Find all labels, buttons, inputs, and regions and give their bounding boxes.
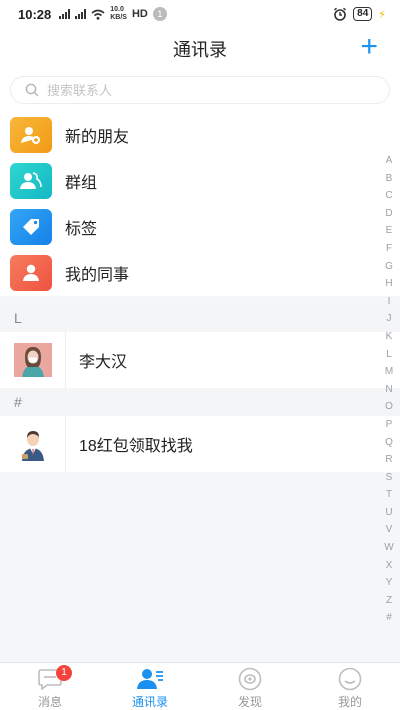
- tab-label: 通讯录: [131, 695, 168, 709]
- network-speed: 10.0 KB/S: [110, 6, 127, 21]
- tags-item[interactable]: 标签: [0, 204, 400, 250]
- function-list: 新的朋友 群组 标签 我的同事: [0, 112, 400, 296]
- alphabet-letter[interactable]: B: [386, 170, 393, 188]
- contact-row[interactable]: 18红包领取找我: [0, 416, 400, 472]
- alphabet-letter[interactable]: #: [386, 609, 392, 627]
- signal-indicators: 10.0 KB/S HD 1: [59, 6, 167, 22]
- alphabet-letter[interactable]: I: [388, 293, 391, 311]
- tab-label: 消息: [37, 695, 62, 709]
- tab-label: 我的: [337, 695, 362, 709]
- alphabet-letter[interactable]: R: [385, 451, 392, 469]
- add-contact-button[interactable]: +: [360, 29, 378, 65]
- new-friends-label: 新的朋友: [65, 129, 130, 146]
- alphabet-letter[interactable]: A: [386, 152, 393, 170]
- section-header-l: L: [0, 304, 400, 332]
- tab-discover[interactable]: 发现: [200, 663, 300, 710]
- section-header-hash: #: [0, 388, 400, 416]
- tab-contacts[interactable]: 通讯录: [100, 663, 200, 710]
- alphabet-letter[interactable]: V: [386, 521, 393, 539]
- search-bar[interactable]: [10, 76, 390, 104]
- alphabet-letter[interactable]: N: [385, 381, 392, 399]
- alphabet-letter[interactable]: F: [386, 240, 392, 258]
- alphabet-letter[interactable]: Y: [386, 574, 393, 592]
- alphabet-index[interactable]: A B C D E F G H I J K L M N O P Q R S T U V W X Y Z #: [382, 152, 396, 627]
- alphabet-letter[interactable]: C: [385, 187, 392, 205]
- alphabet-letter[interactable]: Q: [385, 434, 393, 452]
- alphabet-letter[interactable]: D: [385, 205, 392, 223]
- alphabet-letter[interactable]: Z: [386, 592, 392, 610]
- signal-icon: [75, 9, 87, 19]
- new-friends-item[interactable]: 新的朋友: [0, 112, 400, 158]
- search-input[interactable]: [47, 82, 347, 98]
- tab-profile[interactable]: 我的: [300, 663, 400, 710]
- woman-avatar: [13, 343, 52, 377]
- status-time: 10:28: [18, 6, 52, 22]
- colleague-icon: [10, 255, 52, 291]
- groups-item[interactable]: 群组: [0, 158, 400, 204]
- discover-icon: [236, 667, 264, 691]
- alphabet-letter[interactable]: S: [386, 469, 393, 487]
- contact-name: 18红包领取找我: [79, 438, 193, 455]
- alphabet-letter[interactable]: E: [386, 222, 393, 240]
- man-avatar: [21, 431, 44, 461]
- page-header: 通讯录 +: [0, 28, 400, 68]
- contact-row[interactable]: 李大汉: [0, 332, 400, 388]
- alphabet-letter[interactable]: O: [385, 398, 393, 416]
- alarm-icon: [334, 7, 347, 21]
- notification-count: 1: [152, 7, 167, 21]
- tab-label: 发现: [237, 695, 262, 709]
- alphabet-letter[interactable]: T: [386, 486, 392, 504]
- hd-indicator: HD: [131, 8, 148, 20]
- wifi-icon: [91, 9, 105, 20]
- alphabet-letter[interactable]: H: [385, 275, 392, 293]
- bottom-tab-bar: 1 消息 通讯录 发现 我的: [0, 662, 400, 710]
- tab-messages[interactable]: 1 消息: [0, 663, 100, 710]
- signal-icon: [59, 9, 71, 19]
- groups-label: 群组: [65, 175, 98, 192]
- contacts-icon: [136, 667, 164, 691]
- status-bar: 10:28 10.0 KB/S HD 1 84 ⚡: [0, 0, 400, 28]
- group-icon: [10, 163, 52, 199]
- alphabet-letter[interactable]: P: [386, 416, 393, 434]
- new-friend-icon: [10, 117, 52, 153]
- tags-label: 标签: [65, 221, 98, 238]
- alphabet-letter[interactable]: U: [385, 504, 392, 522]
- charging-icon: ⚡: [378, 8, 386, 21]
- page-title: 通讯录: [173, 40, 227, 60]
- contact-name: 李大汉: [79, 354, 128, 371]
- colleagues-item[interactable]: 我的同事: [0, 250, 400, 296]
- battery-indicator: 84: [353, 7, 373, 21]
- alphabet-letter[interactable]: M: [385, 363, 393, 381]
- search-area: [0, 68, 400, 112]
- alphabet-letter[interactable]: X: [386, 557, 393, 575]
- alphabet-letter[interactable]: J: [387, 310, 392, 328]
- alphabet-letter[interactable]: L: [386, 346, 392, 364]
- message-badge: 1: [56, 665, 72, 681]
- tag-icon: [10, 209, 52, 245]
- alphabet-letter[interactable]: K: [386, 328, 393, 346]
- alphabet-letter[interactable]: W: [384, 539, 393, 557]
- search-icon: [25, 83, 39, 97]
- alphabet-letter[interactable]: G: [385, 258, 393, 276]
- profile-icon: [336, 667, 364, 691]
- colleagues-label: 我的同事: [65, 267, 130, 284]
